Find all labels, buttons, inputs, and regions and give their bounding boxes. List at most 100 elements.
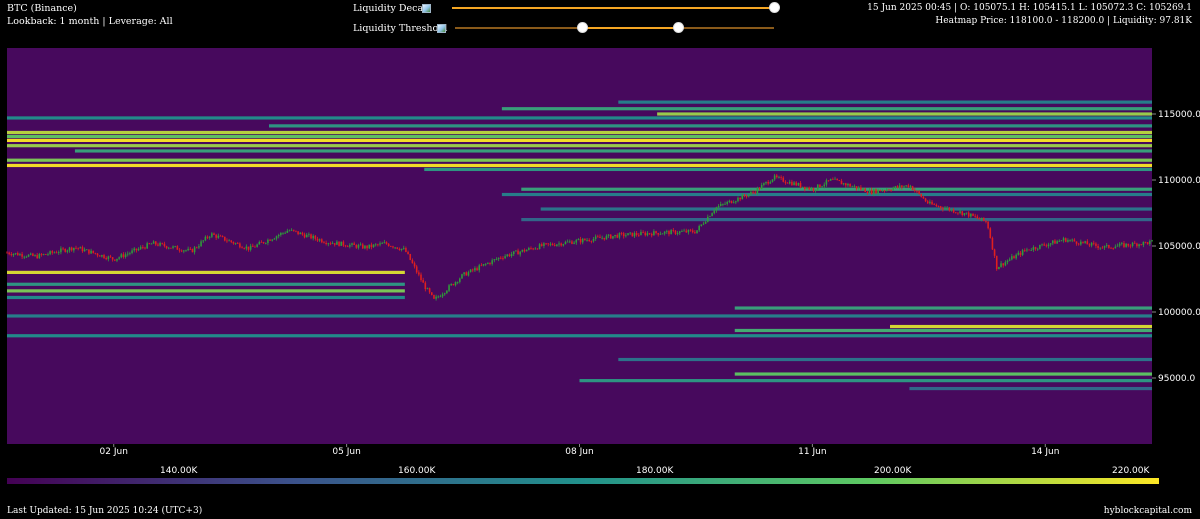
candle-body [234, 243, 237, 244]
candle-body [726, 201, 729, 204]
candle-body [1095, 243, 1097, 246]
candle-body [631, 232, 634, 237]
candle-body [137, 248, 140, 251]
candle-body [60, 248, 62, 253]
chart-title: BTC (Binance) [7, 3, 77, 14]
candle-body [73, 247, 75, 251]
candle-body [840, 181, 843, 185]
candle-body [553, 245, 556, 246]
candle-body [637, 234, 640, 236]
candle-body [829, 179, 832, 181]
candle-body [543, 243, 545, 246]
candle-body [704, 221, 707, 224]
candle-body [663, 231, 666, 234]
candle-body [786, 182, 789, 184]
candle-body [219, 235, 222, 237]
candle-body [150, 243, 153, 245]
candle-body [385, 242, 388, 244]
candle-body [228, 240, 230, 242]
candle-body [847, 183, 849, 186]
candle-body [1062, 238, 1065, 241]
candle-body [146, 243, 148, 249]
candle-body [857, 187, 860, 189]
candle-body [575, 240, 578, 243]
candle-body [459, 278, 461, 282]
candle-body [1030, 249, 1033, 251]
candle-body [426, 288, 429, 290]
candle-body [890, 190, 892, 191]
candle-body [471, 269, 474, 271]
liquidity-threshold-max-handle[interactable] [673, 23, 683, 32]
candle-body [489, 262, 491, 264]
candle-body [1125, 243, 1127, 247]
candle-body [689, 229, 692, 231]
candle-body [85, 249, 88, 251]
candle-body [853, 186, 856, 187]
candle-body [560, 243, 562, 246]
liquidity-band [540, 207, 1152, 211]
liquidity-threshold-min-handle[interactable] [578, 23, 588, 32]
candle-body [767, 181, 769, 184]
liquidity-band [7, 295, 405, 300]
candle-body [441, 294, 444, 297]
candle-body [62, 248, 64, 250]
candle-body [454, 282, 457, 286]
candle-body [601, 237, 603, 239]
brand-link[interactable]: hyblockcapital.com [1104, 506, 1192, 516]
candle-body [709, 216, 711, 217]
candle-body [793, 182, 795, 186]
candle-body [976, 216, 979, 219]
candle-body [49, 251, 51, 255]
candle-body [1084, 241, 1086, 243]
candle-body [68, 247, 71, 251]
liquidity-threshold-range [582, 27, 679, 29]
candle-body [558, 243, 560, 245]
candle-body [14, 253, 17, 254]
candle-body [1034, 247, 1037, 249]
candle-body [221, 236, 224, 237]
liquidity-band [7, 314, 1152, 318]
candle-body [1019, 252, 1022, 255]
candle-body [256, 244, 258, 247]
candle-body [83, 249, 86, 252]
candle-body [747, 194, 750, 197]
candle-body [1058, 240, 1061, 242]
liquidity-decay-slider[interactable] [452, 7, 774, 9]
candle-body [1121, 243, 1123, 245]
liquidity-heatmap-chart[interactable]: 02 Jun 05 Jun 08 Jun 11 Jun 14 Jun 115000.01… [0, 42, 1200, 458]
candle-body [502, 258, 504, 259]
y-tick-label: 110000.0 [1158, 176, 1200, 186]
candle-body [1060, 240, 1063, 242]
candle-body [174, 246, 176, 247]
image-icon [437, 24, 446, 33]
candle-body [405, 248, 407, 252]
liquidity-band [7, 158, 1152, 162]
candle-body [154, 241, 157, 245]
candle-body [325, 242, 327, 245]
candle-body [484, 263, 487, 265]
candle-body [528, 247, 530, 250]
candle-body [282, 232, 284, 234]
candle-body [1103, 245, 1106, 248]
candle-body [327, 243, 330, 245]
candle-body [1064, 238, 1067, 242]
candle-body [586, 240, 588, 241]
liquidity-band [7, 282, 405, 286]
candle-body [157, 244, 159, 246]
candle-body [19, 254, 21, 256]
candle-body [249, 245, 252, 250]
candle-body [10, 254, 13, 256]
liquidity-decay-handle[interactable] [769, 3, 779, 12]
candle-body [1021, 250, 1024, 255]
candle-body [804, 186, 806, 190]
y-tick-label: 100000.0 [1158, 308, 1200, 318]
candle-body [799, 183, 802, 188]
candle-body [185, 250, 187, 252]
candle-body [605, 235, 608, 240]
candle-body [64, 249, 67, 252]
candle-body [760, 184, 763, 190]
candle-body [120, 254, 123, 258]
candle-body [780, 177, 782, 178]
liquidity-band [734, 372, 1152, 376]
candle-body [933, 204, 936, 206]
